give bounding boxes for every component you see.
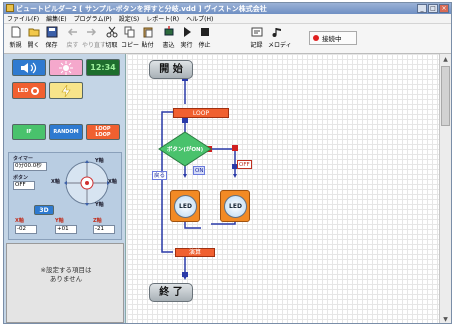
led-block-off[interactable]: LED <box>220 190 250 222</box>
minimize-button[interactable]: _ <box>417 4 427 13</box>
branch-on-tag: ON <box>193 166 206 175</box>
button-value: OFF <box>13 181 35 190</box>
app-window: ビュートビルダー2 [ サンプル-ボタンを押すと分岐.vdd ] ヴイストン株式… <box>3 2 452 324</box>
light-sensor-block[interactable] <box>49 59 83 76</box>
led-off-label: LED <box>224 195 247 218</box>
led-block-on[interactable]: LED <box>170 190 200 222</box>
dial-south-label: Y軸 <box>95 202 104 208</box>
timer-block[interactable]: 12:34 <box>86 59 120 76</box>
redo-arrow-icon <box>86 28 96 36</box>
scissors-icon <box>106 26 117 38</box>
speaker-icon <box>21 62 37 73</box>
random-block[interactable]: RANDOM <box>49 124 83 140</box>
play-icon <box>183 27 191 37</box>
stop-icon <box>200 28 209 36</box>
stop-button[interactable]: 停止 <box>196 26 213 49</box>
menu-help[interactable]: ヘルプ(H) <box>186 14 213 23</box>
led-icon <box>31 86 40 95</box>
menu-file[interactable]: ファイル(F) <box>7 14 39 23</box>
sun-icon <box>59 60 73 75</box>
scroll-up-icon[interactable]: ▲ <box>441 55 450 64</box>
hint-line-2: ありません <box>49 275 83 283</box>
timer-value: 0分00.0秒 <box>13 162 47 171</box>
canvas-scrollbar[interactable]: ▲ ▼ <box>439 54 451 323</box>
back-tag: 戻る <box>152 171 168 180</box>
branch-off-tag: OFF <box>237 160 252 169</box>
save-button[interactable]: 保存 <box>43 26 60 49</box>
flowchart-canvas[interactable]: 開 始 LOOP ボタン(がON) ON OFF 戻る LED LED 演算 終… <box>127 54 439 323</box>
scroll-thumb[interactable] <box>441 66 450 126</box>
hint-line-1: ※設定する項目は <box>40 266 92 274</box>
led-block-label: LED <box>17 87 29 94</box>
run-button[interactable]: 実行 <box>178 26 195 49</box>
cut-button[interactable]: 切取 <box>103 26 120 49</box>
dial-north-label: Y軸 <box>95 158 104 164</box>
led-on-label: LED <box>174 195 197 218</box>
window-title: ビュートビルダー2 [ サンプル-ボタンを押すと分岐.vdd ] ヴイストン株式… <box>16 5 267 13</box>
chip-write-icon <box>164 26 173 36</box>
if-block[interactable]: IF <box>12 124 46 140</box>
3d-button[interactable]: 3D <box>34 205 54 215</box>
title-bar: ビュートビルダー2 [ サンプル-ボタンを押すと分岐.vdd ] ヴイストン株式… <box>4 3 451 14</box>
menu-settings[interactable]: 設定(S) <box>119 14 140 23</box>
dial-east-label: X軸 <box>108 179 117 185</box>
undo-arrow-icon <box>67 28 77 36</box>
button-label: ボタン <box>13 175 29 181</box>
lightning-icon <box>61 84 71 97</box>
loop-block[interactable]: LOOP LOOP <box>86 124 120 140</box>
sensor-panel: タイマー 0分00.0秒 ボタン OFF Y軸 X軸 X軸 Y軸 3D X軸 Y… <box>8 152 122 240</box>
new-file-icon <box>11 26 20 38</box>
z-axis-value: -21 <box>93 225 115 234</box>
menu-edit[interactable]: 編集(E) <box>46 14 66 23</box>
led-block[interactable]: LED <box>12 82 46 99</box>
speaker-block[interactable] <box>12 59 46 76</box>
scroll-down-icon[interactable]: ▼ <box>441 315 450 323</box>
record-button[interactable]: 記録 <box>248 26 265 49</box>
loop-start-block[interactable]: LOOP <box>173 108 229 118</box>
sound-block[interactable] <box>49 82 83 99</box>
undo-button[interactable]: 戻す <box>64 26 81 49</box>
merge-block[interactable]: 演算 <box>175 248 215 257</box>
close-button[interactable]: × <box>439 4 449 13</box>
start-terminal[interactable]: 開 始 <box>149 60 193 79</box>
maximize-button[interactable]: □ <box>428 4 438 13</box>
copy-icon <box>124 26 134 38</box>
x-axis-value: -02 <box>15 225 37 234</box>
write-button[interactable]: 書込 <box>160 26 177 49</box>
toolbar: 新規 開く 保存 戻す やり直す 切取 コピー 貼付 書込 実行 停止 記録 メ… <box>4 24 451 54</box>
floppy-disk-icon <box>46 26 57 38</box>
connection-dot-icon <box>313 35 319 41</box>
block-palette: 12:34 LED IF RANDOM LOOP LOOP タイマー 0分00.… <box>4 54 126 323</box>
settings-hint-box: ※設定する項目は ありません <box>6 243 124 323</box>
dial-west-label: X軸 <box>51 179 60 185</box>
paste-button[interactable]: 貼付 <box>139 26 156 49</box>
y-axis-value: +01 <box>55 225 77 234</box>
menu-bar: ファイル(F) 編集(E) プログラム(P) 設定(S) レポート(R) ヘルプ… <box>4 14 451 24</box>
clipboard-icon <box>143 27 152 38</box>
open-button[interactable]: 開く <box>25 26 42 49</box>
tilt-dial <box>64 160 110 206</box>
condition-diamond[interactable]: ボタン(がON) <box>161 145 209 153</box>
timer-label: タイマー <box>13 156 34 162</box>
record-clip-icon <box>251 27 262 37</box>
redo-button[interactable]: やり直す <box>82 26 106 49</box>
end-terminal[interactable]: 終 了 <box>149 283 193 302</box>
y-axis-label: Y軸 <box>55 218 64 224</box>
new-button[interactable]: 新規 <box>7 26 24 49</box>
copy-button[interactable]: コピー <box>121 26 139 49</box>
connection-status: 接続中 <box>309 31 357 45</box>
music-note-icon <box>272 28 281 37</box>
z-axis-label: Z軸 <box>93 218 102 224</box>
x-axis-label: X軸 <box>15 218 24 224</box>
menu-report[interactable]: レポート(R) <box>146 14 179 23</box>
menu-program[interactable]: プログラム(P) <box>74 14 112 23</box>
app-icon <box>6 4 14 12</box>
folder-open-icon <box>28 28 39 37</box>
melody-button[interactable]: メロディ <box>268 26 292 49</box>
